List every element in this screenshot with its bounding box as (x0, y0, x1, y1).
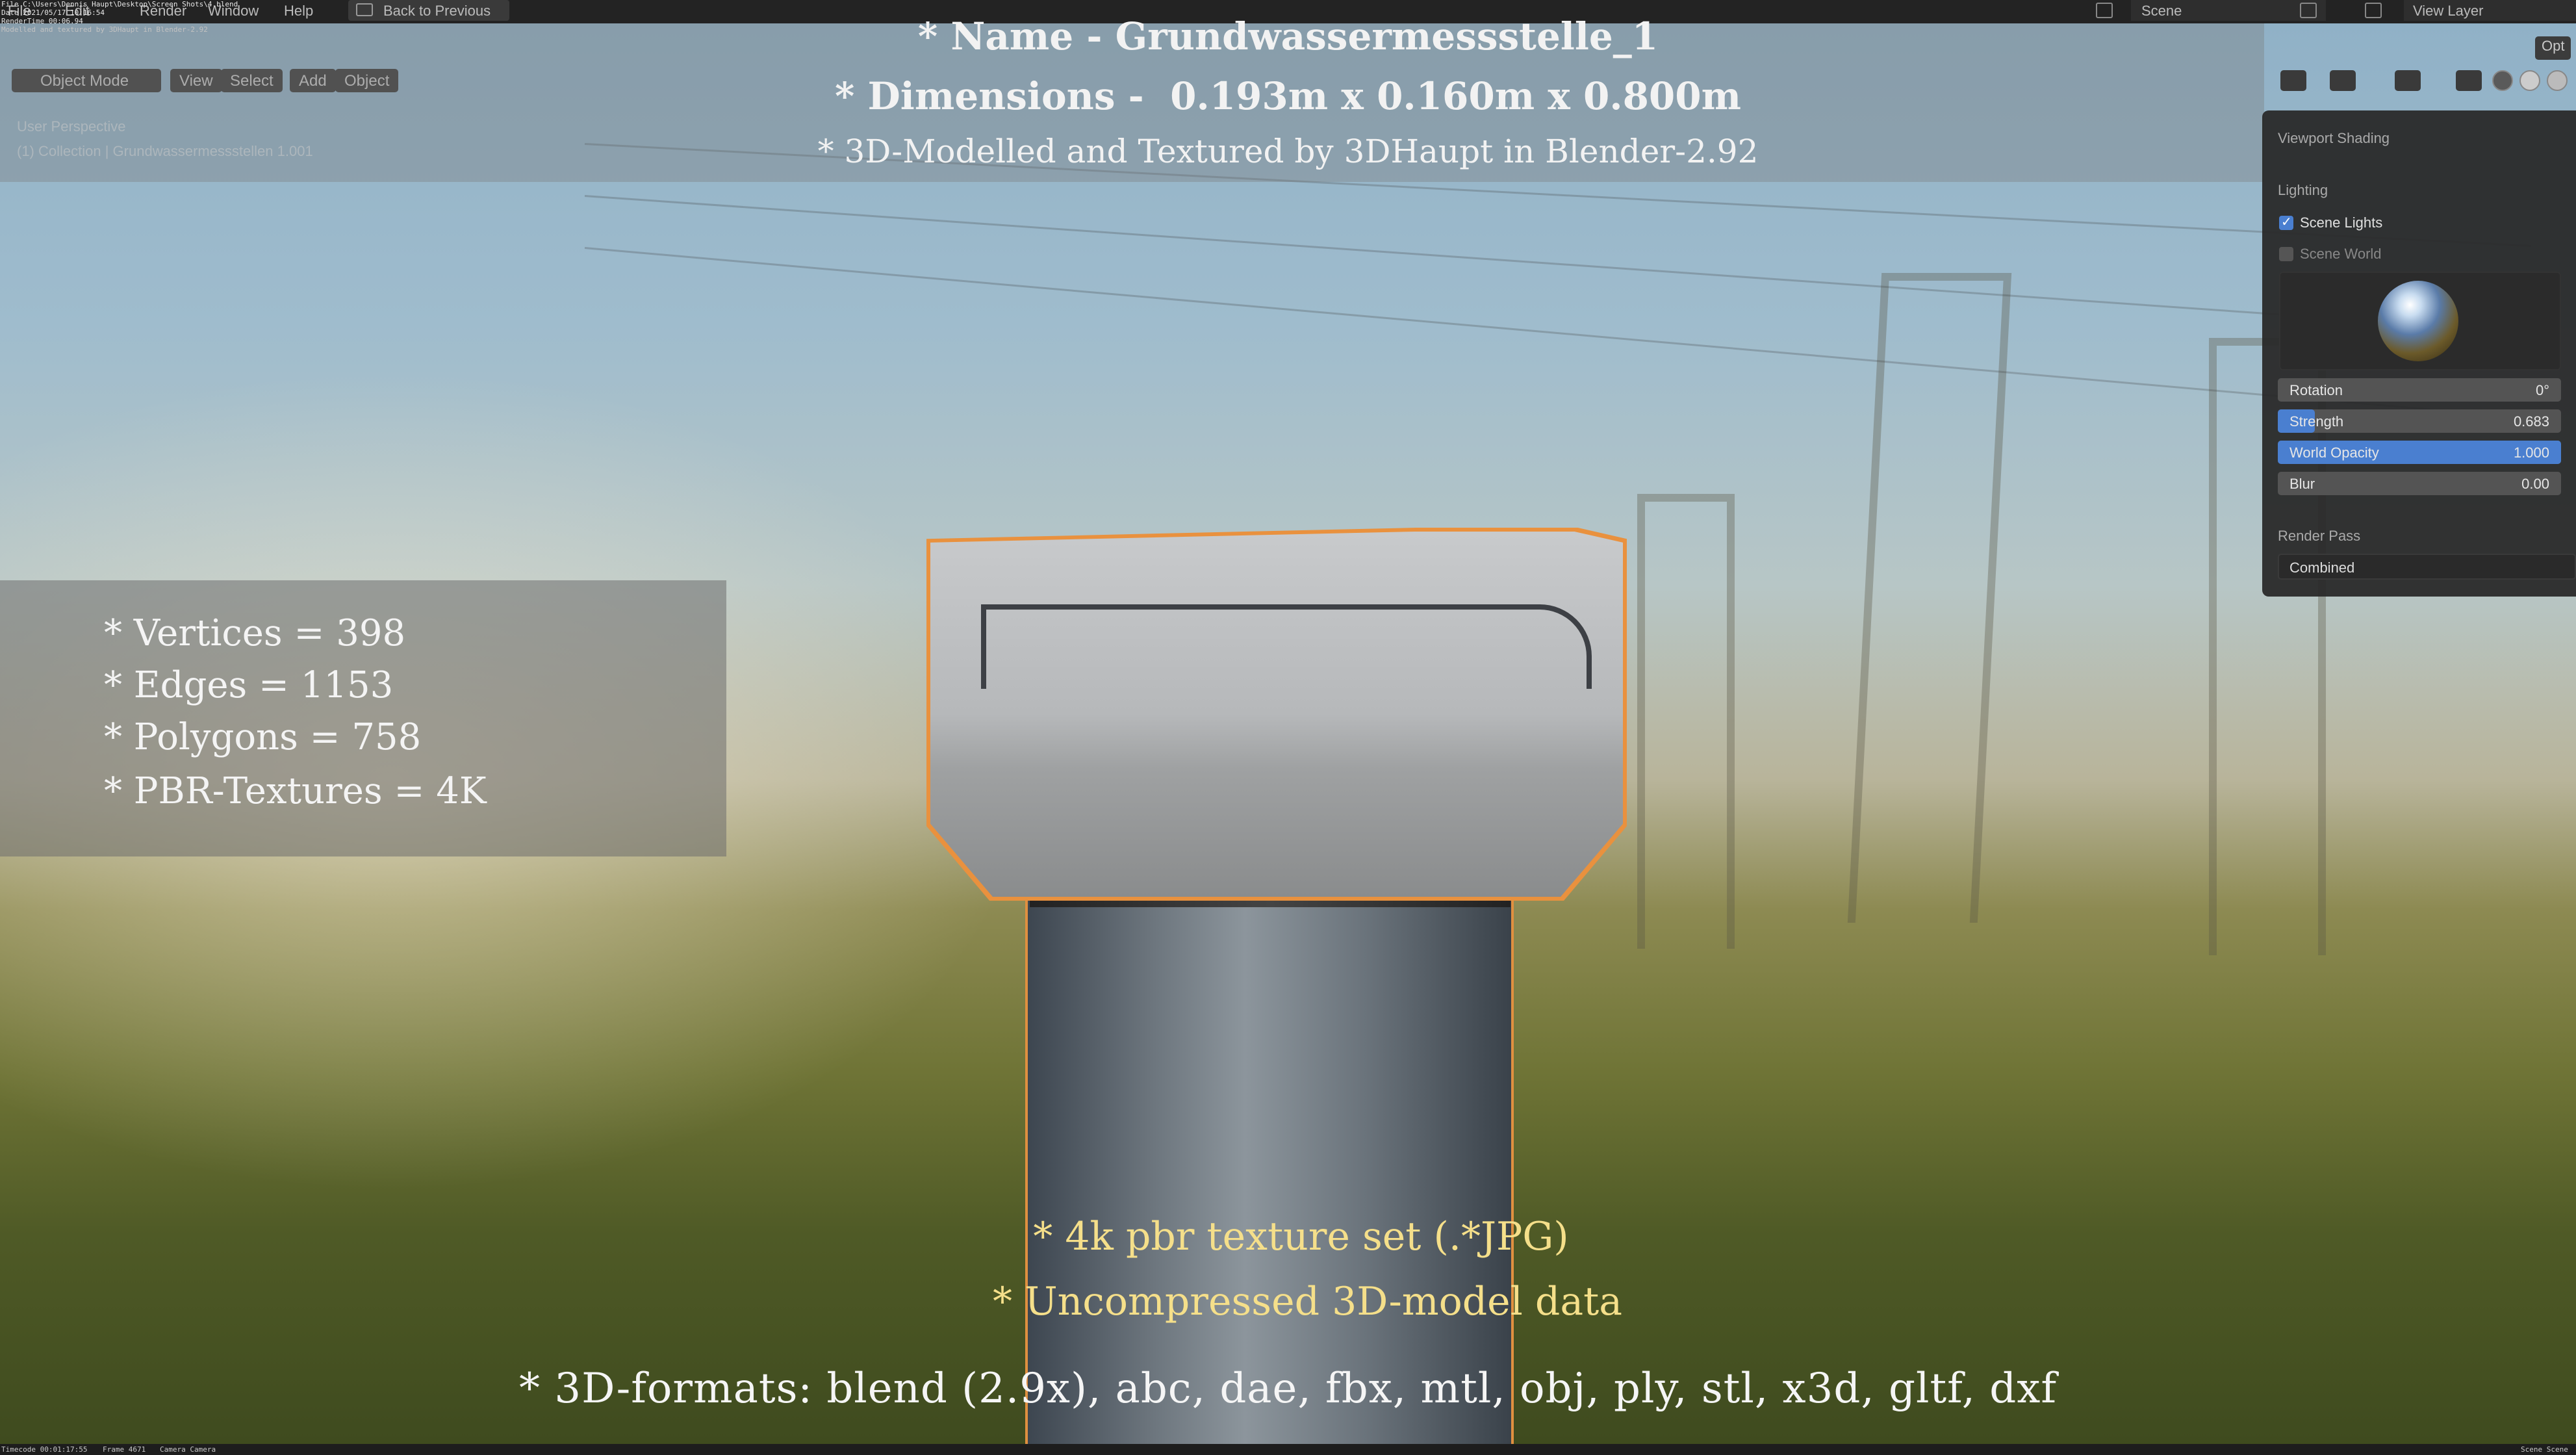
render-pass-label: Render Pass (2278, 528, 2361, 544)
blur-field[interactable]: Blur 0.00 (2278, 472, 2561, 495)
scene-status-label: Scene Scene (2521, 1445, 2568, 1454)
model-data-line: * Uncompressed 3D-model data (993, 1279, 1622, 1324)
stamp-file: File C:\Users\Dennis Haupt\Desktop\Scree… (1, 0, 238, 8)
stat-textures: * PBR-Textures = 4K (104, 770, 487, 812)
strength-value: 0.683 (2513, 413, 2549, 430)
power-line (584, 247, 2527, 419)
pipe-cap[interactable] (930, 532, 1623, 897)
scene-lights-label: Scene Lights (2300, 214, 2383, 231)
world-opacity-slider[interactable]: World Opacity 1.000 (2278, 441, 2561, 464)
render-pass-dropdown[interactable]: Combined (2278, 554, 2576, 580)
rotation-label: Rotation (2289, 382, 2343, 398)
panel-title: Viewport Shading (2278, 130, 2390, 146)
status-bar: Timecode 00:01:17:55 Frame 4671 Camera C… (0, 1444, 2576, 1455)
blur-value: 0.00 (2521, 476, 2549, 492)
timecode-label: Timecode 00:01:17:55 (1, 1445, 88, 1454)
world-opacity-value: 1.000 (2513, 444, 2549, 461)
render-pass-value: Combined (2289, 560, 2355, 576)
scene-lights-checkbox[interactable] (2279, 214, 2293, 230)
rotation-field[interactable]: Rotation 0° (2278, 378, 2561, 402)
blur-label: Blur (2289, 476, 2315, 492)
strength-label: Strength (2289, 413, 2344, 430)
strength-slider[interactable]: Strength 0.683 (2278, 409, 2561, 433)
frame-label: Frame 4671 (103, 1445, 146, 1454)
model-name: * Name - Grundwassermessstelle_1 (917, 14, 1659, 58)
rotation-value: 0° (2535, 382, 2549, 398)
lighting-label: Lighting (2278, 182, 2328, 198)
scene-world-label: Scene World (2300, 246, 2382, 262)
cap-groove (981, 604, 1592, 689)
viewport-info: User Perspective (1) Collection | Grundw… (17, 114, 313, 164)
scene-world-checkbox[interactable] (2279, 247, 2293, 261)
formats-line: * 3D-formats: blend (2.9x), abc, dae, fb… (519, 1365, 2057, 1413)
power-tower (1637, 494, 1735, 949)
stat-vertices: * Vertices = 398 (104, 612, 406, 654)
stat-edges: * Edges = 1153 (104, 664, 394, 706)
model-dimensions: * Dimensions - 0.193m x 0.160m x 0.800m (834, 74, 1742, 118)
texture-set-line: * 4k pbr texture set (.*JPG) (1033, 1214, 1569, 1259)
hdri-sphere (2378, 281, 2458, 361)
power-line (584, 195, 2529, 333)
collection-label: (1) Collection | Grundwassermessstellen … (17, 143, 313, 159)
camera-label: Camera Camera (160, 1445, 216, 1454)
model-credit: * 3D-Modelled and Textured by 3DHaupt in… (817, 133, 1759, 170)
world-opacity-label: World Opacity (2289, 444, 2379, 461)
stat-polygons: * Polygons = 758 (104, 716, 422, 758)
perspective-label: User Perspective (17, 118, 126, 135)
